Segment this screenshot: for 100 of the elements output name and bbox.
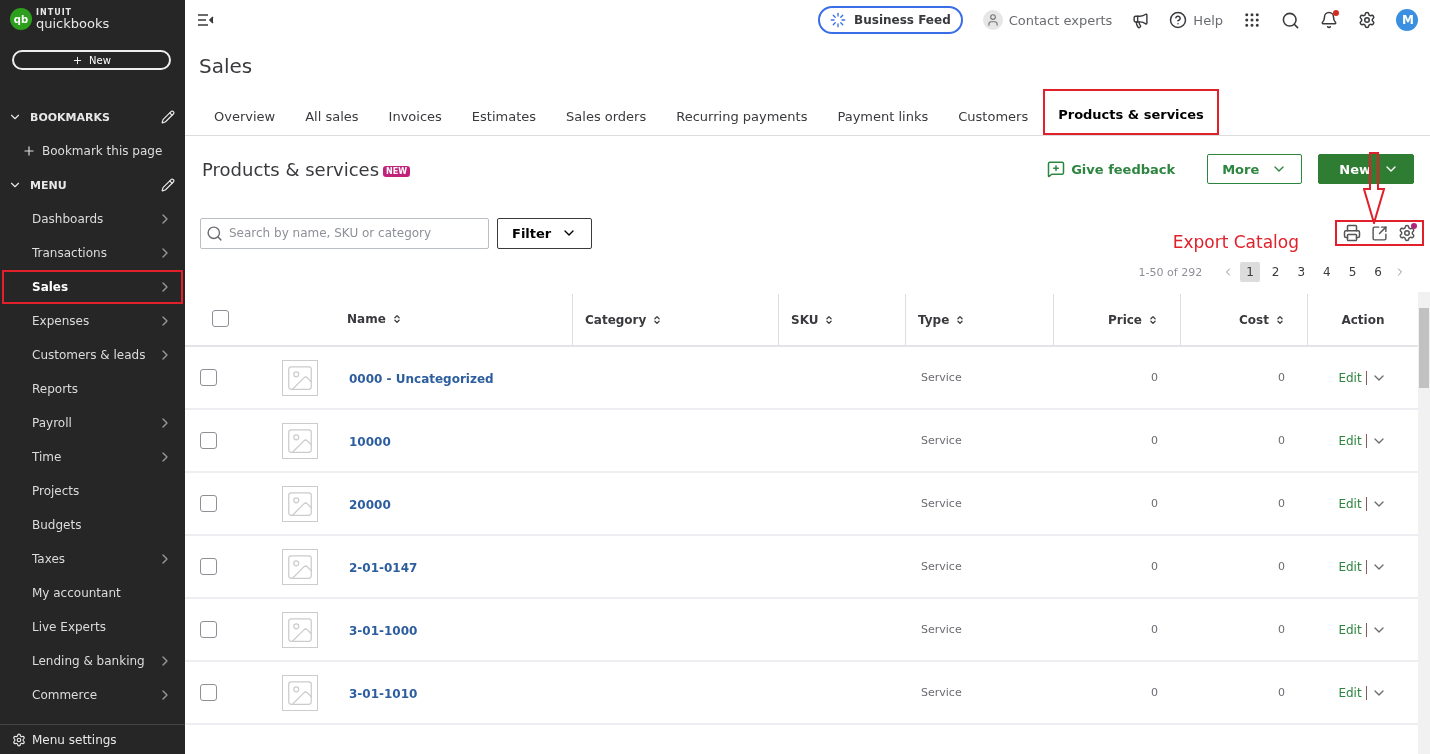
cost-cell-text: 0 (1277, 560, 1286, 573)
help-link[interactable]: Help (1169, 11, 1223, 29)
more-button[interactable]: More (1207, 154, 1303, 184)
select-all-checkbox[interactable] (212, 310, 229, 327)
column-header[interactable]: SKU (791, 312, 835, 327)
page-button[interactable]: 1 (1240, 262, 1260, 282)
page-button[interactable]: 3 (1291, 262, 1312, 282)
type-cell-text: Service (920, 371, 963, 384)
menu-item[interactable]: Budgets (2, 508, 183, 542)
product-name-link[interactable]: 10000 (335, 435, 391, 449)
new-button[interactable]: New (1318, 154, 1414, 184)
row-checkbox[interactable] (200, 495, 217, 512)
row-checkbox[interactable] (200, 684, 217, 701)
product-name-link[interactable]: 20000 (335, 498, 391, 512)
menu-item[interactable]: Reports (2, 372, 183, 406)
tab[interactable]: Overview (199, 97, 291, 135)
page-button[interactable]: 6 (1368, 262, 1388, 282)
type-cell-text: Service (920, 434, 963, 447)
export-icon[interactable] (1371, 224, 1388, 242)
scrollbar[interactable] (1418, 292, 1430, 754)
pencil-icon[interactable] (161, 178, 175, 192)
price-cell-text: 0 (1150, 560, 1159, 573)
edit-link[interactable]: Edit (1338, 559, 1362, 574)
business-feed-button[interactable]: Business Feed (818, 6, 963, 34)
product-name-link[interactable]: 2-01-0147 (335, 561, 418, 575)
sort-icon[interactable] (955, 314, 966, 325)
menu-item[interactable]: Projects (2, 474, 183, 508)
megaphone-icon[interactable] (1132, 11, 1150, 29)
search-icon[interactable] (1281, 10, 1300, 30)
column-header[interactable]: Name (347, 311, 402, 326)
page-button[interactable]: 2 (1265, 262, 1286, 282)
logo-mark: qb (10, 8, 32, 30)
tab[interactable]: Products & services (1043, 89, 1219, 135)
give-feedback-link[interactable]: Give feedback (1047, 160, 1176, 178)
menu-item[interactable]: Lending & banking (2, 644, 183, 678)
notification-bell-icon[interactable] (1320, 11, 1338, 29)
search-field[interactable]: Search by name, SKU or category (200, 217, 489, 249)
menu-item[interactable]: Time (2, 440, 183, 474)
settings-icon[interactable] (1358, 11, 1376, 29)
page-title: Sales (199, 54, 254, 78)
tab[interactable]: Payment links (822, 97, 944, 135)
menu-item[interactable]: Taxes (2, 542, 183, 576)
sort-icon[interactable] (1148, 314, 1158, 325)
cost-cell-text: 0 (1277, 686, 1286, 699)
bookmark-link[interactable]: Bookmark this page (0, 134, 185, 168)
edit-link[interactable]: Edit (1338, 433, 1362, 448)
price-cell-text: 0 (1150, 497, 1159, 510)
settings-icon[interactable] (1398, 224, 1416, 242)
column-header[interactable]: Cost (1239, 312, 1285, 327)
collapse-menu-icon[interactable] (197, 13, 215, 27)
sort-icon[interactable] (1275, 314, 1285, 325)
sort-icon[interactable] (824, 314, 835, 325)
menu-item[interactable]: Transactions (2, 236, 183, 270)
menu-item[interactable]: Customers & leads (2, 338, 183, 372)
menu-item[interactable]: Expenses (2, 304, 183, 338)
column-header[interactable]: Action (1341, 312, 1385, 327)
tab[interactable]: Recurring payments (661, 97, 823, 135)
column-header[interactable]: Price (1107, 312, 1158, 327)
tab[interactable]: All sales (290, 97, 374, 135)
menu-item[interactable]: Live Experts (2, 610, 183, 644)
image-placeholder-icon (282, 485, 318, 522)
edit-link[interactable]: Edit (1338, 496, 1362, 511)
tab[interactable]: Invoices (373, 97, 457, 135)
row-checkbox[interactable] (200, 432, 217, 449)
price-cell-text: 0 (1150, 623, 1159, 636)
sort-icon[interactable] (391, 313, 402, 324)
new-button[interactable]: New (12, 50, 171, 70)
page-button[interactable]: 4 (1317, 262, 1337, 282)
logo-product: quickbooks (36, 16, 110, 30)
printer-icon[interactable] (1343, 224, 1361, 242)
menu-item[interactable]: Dashboards (2, 202, 183, 236)
column-header[interactable]: Category (585, 312, 663, 327)
tab[interactable]: Customers (943, 97, 1044, 135)
row-checkbox[interactable] (200, 369, 217, 386)
product-name-link[interactable]: 3-01-1010 (335, 687, 418, 701)
sparkle-icon (830, 12, 847, 28)
edit-link[interactable]: Edit (1338, 622, 1362, 637)
filter-button[interactable]: Filter (497, 217, 593, 249)
row-checkbox[interactable] (200, 558, 217, 575)
row-checkbox[interactable] (200, 621, 217, 638)
page-button[interactable]: 5 (1342, 262, 1363, 282)
sort-icon[interactable] (652, 314, 663, 325)
app-grid-icon[interactable] (1243, 11, 1261, 29)
product-name-link[interactable]: 3-01-1000 (335, 624, 418, 638)
column-header[interactable]: Type (918, 312, 966, 327)
edit-link[interactable]: Edit (1338, 370, 1362, 385)
chat-bubble-icon (1047, 160, 1066, 178)
menu-item[interactable]: Sales (2, 270, 183, 304)
help-icon (1169, 11, 1188, 29)
menu-item[interactable]: My accountant (2, 576, 183, 610)
tab[interactable]: Sales orders (551, 97, 662, 135)
section-title: Products & services (202, 158, 380, 180)
contact-experts-link[interactable]: Contact experts (982, 10, 1113, 30)
edit-link[interactable]: Edit (1338, 685, 1362, 700)
menu-item[interactable]: Commerce (2, 678, 183, 712)
pencil-icon[interactable] (161, 110, 175, 124)
menu-item[interactable]: Payroll (2, 406, 183, 440)
section-title: BOOKMARKS (30, 110, 111, 124)
tab[interactable]: Estimates (456, 97, 552, 135)
product-name-link[interactable]: 0000 - Uncategorized (335, 372, 494, 386)
